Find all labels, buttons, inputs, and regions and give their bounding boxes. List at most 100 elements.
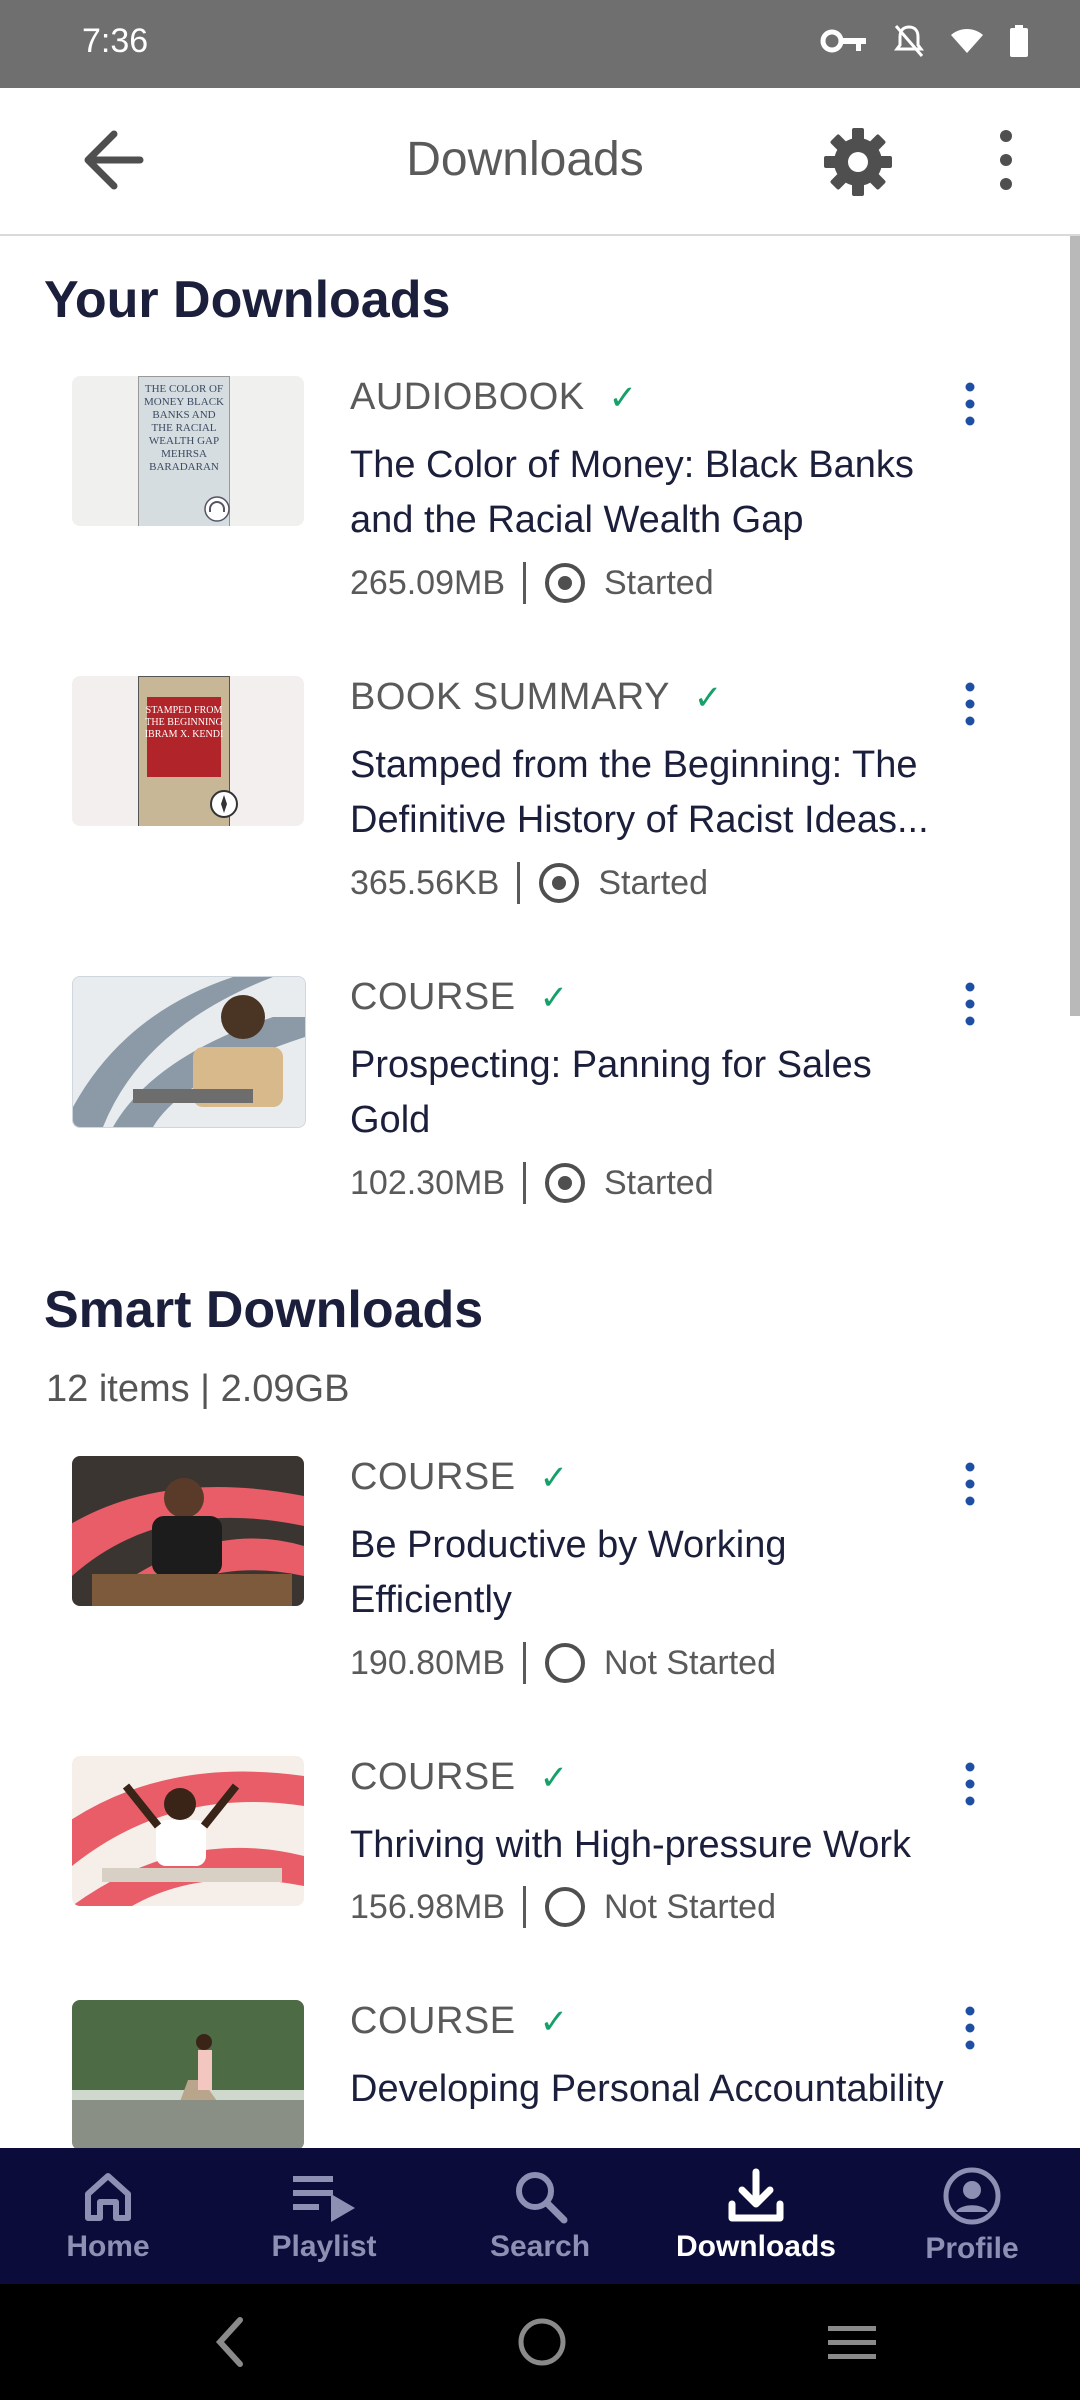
list-item[interactable]: COURSE ✓ Thriving with High-pressure Wor… <box>0 1756 1070 2026</box>
started-status-icon <box>545 563 585 603</box>
book-cover-thumbnail: THE COLOR OF MONEY BLACK BANKS AND THE R… <box>72 376 304 526</box>
progress-status: Started <box>538 862 708 904</box>
nav-search-label: Search <box>489 2230 591 2263</box>
headphones-icon <box>204 496 230 522</box>
file-size: 265.09MB <box>350 563 505 602</box>
nav-playlist[interactable]: Playlist <box>216 2148 432 2284</box>
type-text: COURSE <box>350 2000 516 2042</box>
item-title[interactable]: Stamped from the Beginning: The Definiti… <box>350 738 950 848</box>
meta-divider <box>523 562 526 604</box>
list-item[interactable]: COURSE ✓ Prospecting: Panning for Sales … <box>0 976 1070 1246</box>
file-size: 156.98MB <box>350 1887 505 1926</box>
home-icon <box>85 2173 131 2221</box>
course-thumbnail-art <box>72 2000 304 2148</box>
nav-profile[interactable]: Profile <box>864 2148 1080 2284</box>
playlist-icon <box>293 2176 355 2222</box>
downloaded-check-icon: ✓ <box>539 978 569 1017</box>
list-item[interactable]: COURSE ✓ Be Productive by Working Effici… <box>0 1456 1070 1726</box>
status-text: Not Started <box>604 1887 776 1926</box>
nav-profile-label: Profile <box>925 2232 1019 2265</box>
content-type-label: COURSE ✓ <box>350 1456 569 1499</box>
course-thumbnail <box>72 1456 304 1606</box>
meta-divider <box>523 1642 526 1684</box>
profile-icon <box>943 2167 1001 2225</box>
type-text: AUDIOBOOK <box>350 376 585 418</box>
item-title[interactable]: Be Productive by Working Efficiently <box>350 1518 950 1628</box>
item-meta: 156.98MB Not Started <box>350 1886 776 1928</box>
item-options-icon[interactable] <box>958 682 982 726</box>
meta-divider <box>517 862 521 904</box>
type-text: COURSE <box>350 976 516 1018</box>
list-item[interactable]: THE COLOR OF MONEY BLACK BANKS AND THE R… <box>0 376 1070 646</box>
item-meta: 365.56KB Started <box>350 862 708 904</box>
nav-downloads[interactable]: Downloads <box>648 2148 864 2284</box>
cover-text: THE COLOR OF MONEY BLACK BANKS AND THE R… <box>144 383 224 473</box>
progress-status: Started <box>544 562 714 604</box>
status-icons <box>820 24 1028 58</box>
wifi-icon <box>951 29 983 53</box>
not-started-status-icon <box>545 1643 585 1683</box>
downloaded-check-icon: ✓ <box>693 678 723 717</box>
item-title[interactable]: Thriving with High-pressure Work <box>350 1818 950 1873</box>
type-text: COURSE <box>350 1756 516 1798</box>
system-nav-bar <box>0 2284 1080 2400</box>
meta-divider <box>523 1886 526 1928</box>
book-summary-badge-icon <box>210 790 238 818</box>
started-status-icon <box>545 1163 585 1203</box>
downloaded-check-icon: ✓ <box>539 2002 569 2041</box>
course-thumbnail-art <box>73 977 305 1127</box>
course-thumbnail-art <box>72 1456 304 1606</box>
item-title[interactable]: Developing Personal Accountability <box>350 2062 950 2117</box>
meta-divider <box>523 1162 526 1204</box>
nav-home-label: Home <box>66 2230 150 2263</box>
progress-status: Started <box>544 1162 714 1204</box>
item-title[interactable]: The Color of Money: Black Banks and the … <box>350 438 950 548</box>
app-bar: Downloads <box>0 88 1080 236</box>
nav-downloads-label: Downloads <box>675 2230 836 2263</box>
downloaded-check-icon: ✓ <box>539 1758 569 1797</box>
item-title[interactable]: Prospecting: Panning for Sales Gold <box>350 1038 950 1148</box>
item-options-icon[interactable] <box>958 382 982 426</box>
smart-downloads-summary: 12 items | 2.09GB <box>46 1368 350 1410</box>
not-started-status-icon <box>545 1887 585 1927</box>
status-text: Started <box>598 863 708 902</box>
course-thumbnail <box>72 1756 304 1906</box>
item-meta: 102.30MB Started <box>350 1162 714 1204</box>
scrollbar[interactable] <box>1070 236 1080 1016</box>
content-type-label: COURSE ✓ <box>350 1756 569 1799</box>
more-options-icon[interactable] <box>990 128 1022 192</box>
search-icon <box>516 2172 568 2224</box>
list-item[interactable]: STAMPED FROM THE BEGINNING IBRAM X. KEND… <box>0 676 1070 946</box>
downloaded-check-icon: ✓ <box>608 378 638 417</box>
book-cover-thumbnail: STAMPED FROM THE BEGINNING IBRAM X. KEND… <box>72 676 304 826</box>
key-icon <box>820 29 866 53</box>
settings-gear-icon[interactable] <box>822 126 894 198</box>
system-back-icon[interactable] <box>212 2314 248 2370</box>
item-options-icon[interactable] <box>958 1762 982 1806</box>
system-recents-icon[interactable] <box>826 2314 878 2370</box>
nav-playlist-label: Playlist <box>271 2230 377 2263</box>
status-time: 7:36 <box>82 22 149 60</box>
item-meta: 265.09MB Started <box>350 562 714 604</box>
type-text: COURSE <box>350 1456 516 1498</box>
item-options-icon[interactable] <box>958 1462 982 1506</box>
bell-off-icon <box>894 25 924 57</box>
started-status-icon <box>539 863 580 903</box>
course-thumbnail <box>72 976 306 1128</box>
file-size: 102.30MB <box>350 1163 505 1202</box>
content-type-label: COURSE ✓ <box>350 2000 569 2043</box>
system-home-icon[interactable] <box>514 2314 570 2370</box>
nav-home[interactable]: Home <box>0 2148 216 2284</box>
nav-search[interactable]: Search <box>432 2148 648 2284</box>
status-text: Started <box>604 563 714 602</box>
item-options-icon[interactable] <box>958 982 982 1026</box>
downloads-content: Your Downloads THE COLOR OF MONEY BLACK … <box>0 236 1070 2148</box>
list-item[interactable]: COURSE ✓ Developing Personal Accountabil… <box>0 2000 1070 2148</box>
course-thumbnail-art <box>72 1756 304 1906</box>
bottom-nav: Home Playlist Search Downloads Profile <box>0 2148 1080 2284</box>
status-text: Started <box>604 1163 714 1202</box>
item-options-icon[interactable] <box>958 2006 982 2050</box>
progress-status: Not Started <box>544 1642 776 1684</box>
content-type-label: BOOK SUMMARY ✓ <box>350 676 723 719</box>
content-type-label: COURSE ✓ <box>350 976 569 1019</box>
